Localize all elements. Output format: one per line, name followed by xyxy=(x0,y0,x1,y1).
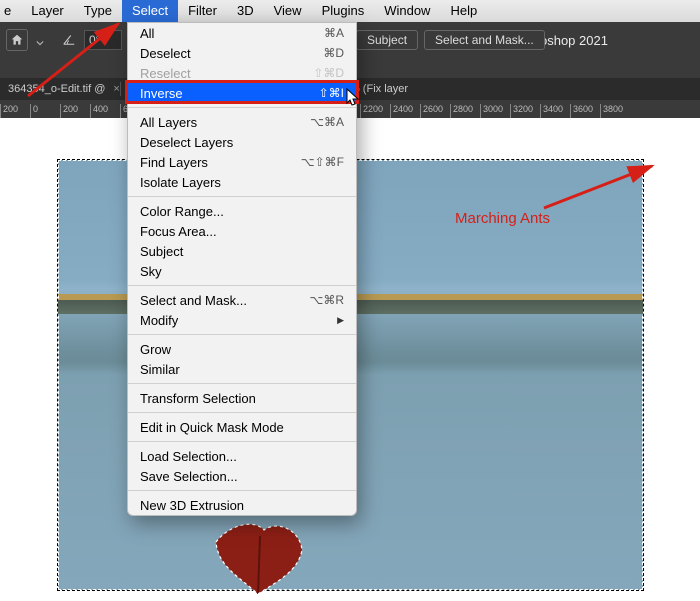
annotation-label: Marching Ants xyxy=(455,210,550,227)
menu-item-shortcut: ⌥⌘R xyxy=(310,293,345,307)
menu-item-shortcut: ⇧⌘D xyxy=(313,66,344,80)
mac-menubar: e Layer Type Select Filter 3D View Plugi… xyxy=(0,0,700,22)
menu-item-label: Focus Area... xyxy=(140,224,217,239)
menu-item-label: Find Layers xyxy=(140,155,208,170)
menu-item-find-layers[interactable]: Find Layers ⌥⇧⌘F xyxy=(128,152,356,172)
ruler-tick: 3200 xyxy=(510,104,540,118)
menu-item-all[interactable]: All ⌘A xyxy=(128,23,356,43)
menu-separator xyxy=(128,334,356,335)
menu-item-all-layers[interactable]: All Layers ⌥⌘A xyxy=(128,112,356,132)
menu-item-label: Grow xyxy=(140,342,171,357)
menu-item-filter[interactable]: Filter xyxy=(178,0,227,22)
menu-item-label: Reselect xyxy=(140,66,191,81)
angle-icon xyxy=(62,32,76,49)
menu-separator xyxy=(128,107,356,108)
menu-item-reselect: Reselect ⇧⌘D xyxy=(128,63,356,83)
menu-item-color-range[interactable]: Color Range... xyxy=(128,201,356,221)
menu-item-select-and-mask[interactable]: Select and Mask... ⌥⌘R xyxy=(128,290,356,310)
ruler-tick: 400 xyxy=(90,104,120,118)
menu-item-label: Color Range... xyxy=(140,204,224,219)
menu-item-label: Load Selection... xyxy=(140,449,237,464)
ruler-tick: 2400 xyxy=(390,104,420,118)
chevron-down-icon[interactable] xyxy=(36,36,44,44)
select-menu-dropdown: All ⌘A Deselect ⌘D Reselect ⇧⌘D Inverse ⇧⌘I All … xyxy=(127,22,357,516)
menu-item-label: Select and Mask... xyxy=(140,293,247,308)
menu-item-label: New 3D Extrusion xyxy=(140,498,244,513)
menu-item-label: Deselect Layers xyxy=(140,135,233,150)
ruler-tick: 3600 xyxy=(570,104,600,118)
menu-item-save-selection[interactable]: Save Selection... xyxy=(128,466,356,486)
menu-item-label: Save Selection... xyxy=(140,469,238,484)
menu-item-3d[interactable]: 3D xyxy=(227,0,264,22)
menu-item-shortcut: ⌘A xyxy=(324,26,344,40)
menu-item-load-selection[interactable]: Load Selection... xyxy=(128,446,356,466)
document-tab-frag[interactable]: 364354_o-Edit.tif @ xyxy=(2,83,111,95)
menu-item-label: Edit in Quick Mask Mode xyxy=(140,420,284,435)
menu-separator xyxy=(128,441,356,442)
menu-item-similar[interactable]: Similar xyxy=(128,359,356,379)
select-and-mask-button[interactable]: Select and Mask... xyxy=(424,30,545,50)
menu-item-focus-area[interactable]: Focus Area... xyxy=(128,221,356,241)
menu-separator xyxy=(128,383,356,384)
menu-item-shortcut: ⌘D xyxy=(323,46,344,60)
menu-item-label: Subject xyxy=(140,244,183,259)
menu-item-window[interactable]: Window xyxy=(374,0,440,22)
menu-separator xyxy=(128,285,356,286)
ruler-tick: 2600 xyxy=(420,104,450,118)
leaf-graphic xyxy=(198,506,318,596)
menu-item-select[interactable]: Select xyxy=(122,0,178,22)
menu-item-new-3d-extrusion[interactable]: New 3D Extrusion xyxy=(128,495,356,515)
ruler-tick: 0 xyxy=(30,104,60,118)
menu-item-label: All Layers xyxy=(140,115,197,130)
menu-item-edit-in-quick-mask-mode[interactable]: Edit in Quick Mask Mode xyxy=(128,417,356,437)
menu-item-deselect[interactable]: Deselect ⌘D xyxy=(128,43,356,63)
home-icon[interactable] xyxy=(6,29,28,51)
menu-item-label: Inverse xyxy=(140,86,183,101)
menu-item-inverse[interactable]: Inverse ⇧⌘I xyxy=(128,83,356,103)
menu-item-label: Similar xyxy=(140,362,180,377)
menu-item-edit-fragment[interactable]: e xyxy=(0,0,21,22)
ruler-tick: 200 xyxy=(60,104,90,118)
angle-input[interactable] xyxy=(84,30,122,50)
menu-item-sky[interactable]: Sky xyxy=(128,261,356,281)
menu-item-plugins[interactable]: Plugins xyxy=(312,0,375,22)
menu-item-transform-selection[interactable]: Transform Selection xyxy=(128,388,356,408)
subject-button[interactable]: Subject xyxy=(356,30,418,50)
menu-item-shortcut: ⌥⇧⌘F xyxy=(301,155,344,169)
menu-item-shortcut: ⇧⌘I xyxy=(319,86,344,100)
ruler-tick: 3800 xyxy=(600,104,630,118)
ruler-tick: 3000 xyxy=(480,104,510,118)
menu-item-label: Modify xyxy=(140,313,178,328)
menu-item-label: All xyxy=(140,26,154,41)
menu-item-modify[interactable]: Modify xyxy=(128,310,356,330)
ruler-tick: 2200 xyxy=(360,104,390,118)
menu-separator xyxy=(128,490,356,491)
menu-item-deselect-layers[interactable]: Deselect Layers xyxy=(128,132,356,152)
menu-separator xyxy=(128,412,356,413)
menu-item-grow[interactable]: Grow xyxy=(128,339,356,359)
menu-item-shortcut: ⌥⌘A xyxy=(310,115,344,129)
menu-item-label: Transform Selection xyxy=(140,391,256,406)
menu-item-label: Sky xyxy=(140,264,162,279)
menu-item-help[interactable]: Help xyxy=(440,0,487,22)
menu-item-subject[interactable]: Subject xyxy=(128,241,356,261)
menu-item-label: Deselect xyxy=(140,46,191,61)
ruler-tick: 200 xyxy=(0,104,30,118)
menu-item-label: Isolate Layers xyxy=(140,175,221,190)
menu-item-isolate-layers[interactable]: Isolate Layers xyxy=(128,172,356,192)
menu-separator xyxy=(128,196,356,197)
ruler-tick: 2800 xyxy=(450,104,480,118)
menu-item-view[interactable]: View xyxy=(264,0,312,22)
menu-item-layer[interactable]: Layer xyxy=(21,0,74,22)
ruler-tick: 3400 xyxy=(540,104,570,118)
menu-item-type[interactable]: Type xyxy=(74,0,122,22)
